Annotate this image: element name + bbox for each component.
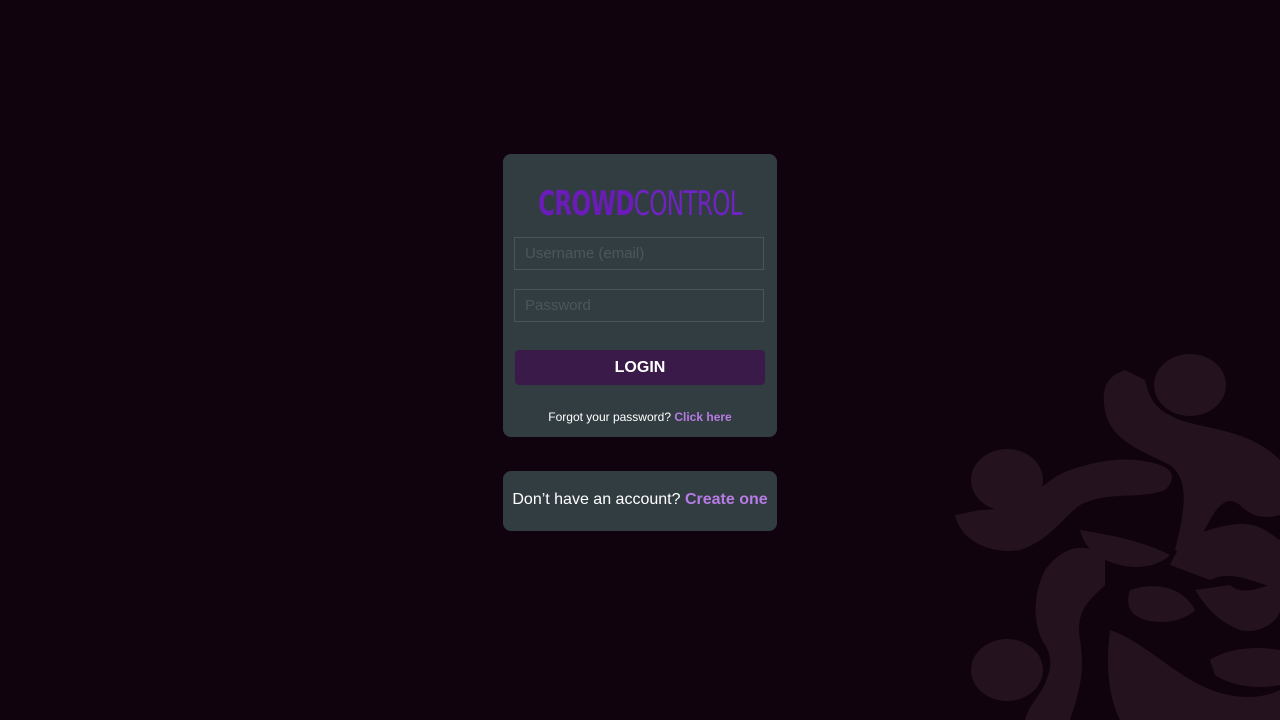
password-input[interactable]	[514, 289, 764, 322]
username-input[interactable]	[514, 237, 764, 270]
login-button[interactable]: LOGIN	[515, 350, 765, 385]
crowd-figures-icon	[955, 354, 1280, 720]
login-page: CROWDCONTROL LOGIN Forgot your password?…	[0, 0, 1280, 720]
signup-text: Don’t have an account?	[512, 491, 681, 508]
logo-crowd-text: CROWD	[538, 184, 634, 224]
forgot-password-row: Forgot your password? Click here	[503, 410, 777, 424]
forgot-password-text: Forgot your password?	[548, 410, 671, 424]
forgot-password-link[interactable]: Click here	[674, 410, 731, 424]
signup-row: Don’t have an account? Create one	[503, 491, 777, 509]
logo-control-text: CONTROL	[633, 184, 743, 224]
crowdcontrol-logo: CROWDCONTROL	[205, 180, 1075, 228]
create-account-link[interactable]: Create one	[685, 491, 768, 508]
